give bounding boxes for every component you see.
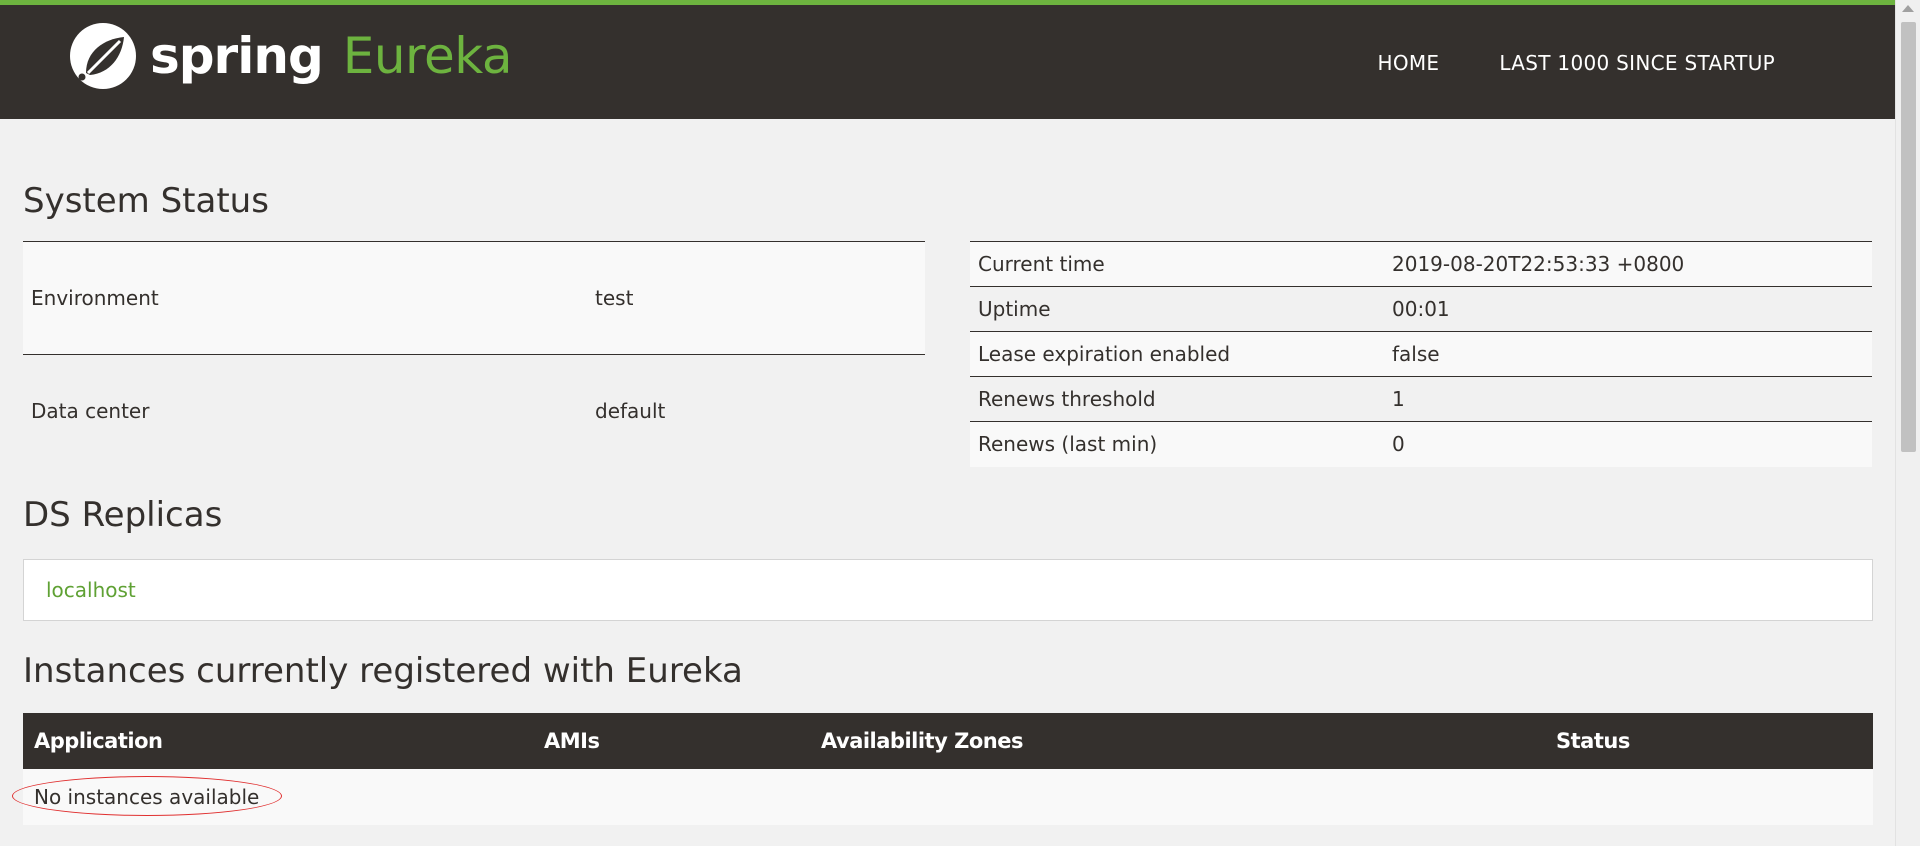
table-row: Uptime 00:01 — [970, 286, 1872, 332]
empty-instances-cell: No instances available — [12, 768, 1873, 825]
env-key: Environment — [23, 241, 587, 354]
col-header-amis: AMIs — [533, 712, 810, 769]
renews-threshold-value: 1 — [1384, 376, 1872, 422]
no-instances-text: No instances available — [34, 784, 260, 809]
table-header-row: Application AMIs Availability Zones Stat… — [23, 712, 1873, 769]
system-status-tables: Environment test Data center default Cur… — [23, 241, 1872, 467]
instances-table: Application AMIs Availability Zones Stat… — [12, 712, 1873, 825]
renews-last-min-value: 0 — [1384, 421, 1872, 467]
brand-logo-link[interactable]: spring Eureka — [68, 21, 512, 91]
table-row: Renews (last min) 0 — [970, 421, 1872, 467]
runtime-status-table: Current time 2019-08-20T22:53:33 +0800 U… — [970, 241, 1872, 467]
scroll-up-icon[interactable] — [1902, 5, 1914, 12]
datacenter-key: Data center — [23, 353, 587, 467]
table-row: Data center default — [23, 353, 925, 467]
uptime-key: Uptime — [970, 286, 1384, 332]
replicas-list: localhost — [23, 558, 1873, 621]
col-header-availability-zones: Availability Zones — [810, 712, 1545, 769]
renews-threshold-key: Renews threshold — [970, 376, 1384, 422]
instances-title: Instances currently registered with Eure… — [23, 650, 743, 691]
system-status-title: System Status — [23, 181, 269, 221]
vertical-scrollbar[interactable] — [1895, 0, 1920, 846]
main-content: System Status Environment test Data cent… — [0, 181, 1895, 825]
brand-spring-text: spring — [150, 27, 324, 85]
current-time-value: 2019-08-20T22:53:33 +0800 — [1384, 241, 1872, 287]
nav-links: HOME LAST 1000 SINCE STARTUP — [1378, 51, 1776, 75]
table-row: Renews threshold 1 — [970, 376, 1872, 422]
renews-last-min-key: Renews (last min) — [970, 421, 1384, 467]
col-header-application: Application — [23, 712, 533, 769]
nav-home-link[interactable]: HOME — [1378, 51, 1440, 75]
table-row: No instances available — [12, 768, 1873, 825]
nav-last-1000-link[interactable]: LAST 1000 SINCE STARTUP — [1499, 51, 1775, 75]
table-row: Lease expiration enabled false — [970, 331, 1872, 377]
lease-expiration-key: Lease expiration enabled — [970, 331, 1384, 377]
env-value: test — [587, 241, 925, 354]
replica-link-localhost[interactable]: localhost — [46, 578, 136, 602]
lease-expiration-value: false — [1384, 331, 1872, 377]
table-row: Environment test — [23, 241, 925, 354]
environment-table: Environment test Data center default — [23, 241, 925, 467]
spring-leaf-icon — [70, 23, 136, 89]
uptime-value: 00:01 — [1384, 286, 1872, 332]
scrollbar-thumb[interactable] — [1901, 22, 1916, 452]
ds-replicas-title: DS Replicas — [23, 494, 223, 535]
current-time-key: Current time — [970, 241, 1384, 287]
navbar: spring Eureka HOME LAST 1000 SINCE START… — [0, 5, 1895, 119]
table-row: Current time 2019-08-20T22:53:33 +0800 — [970, 241, 1872, 287]
page: spring Eureka HOME LAST 1000 SINCE START… — [0, 0, 1895, 846]
datacenter-value: default — [587, 353, 925, 467]
col-header-status: Status — [1545, 712, 1873, 769]
brand-eureka-text: Eureka — [342, 27, 513, 85]
